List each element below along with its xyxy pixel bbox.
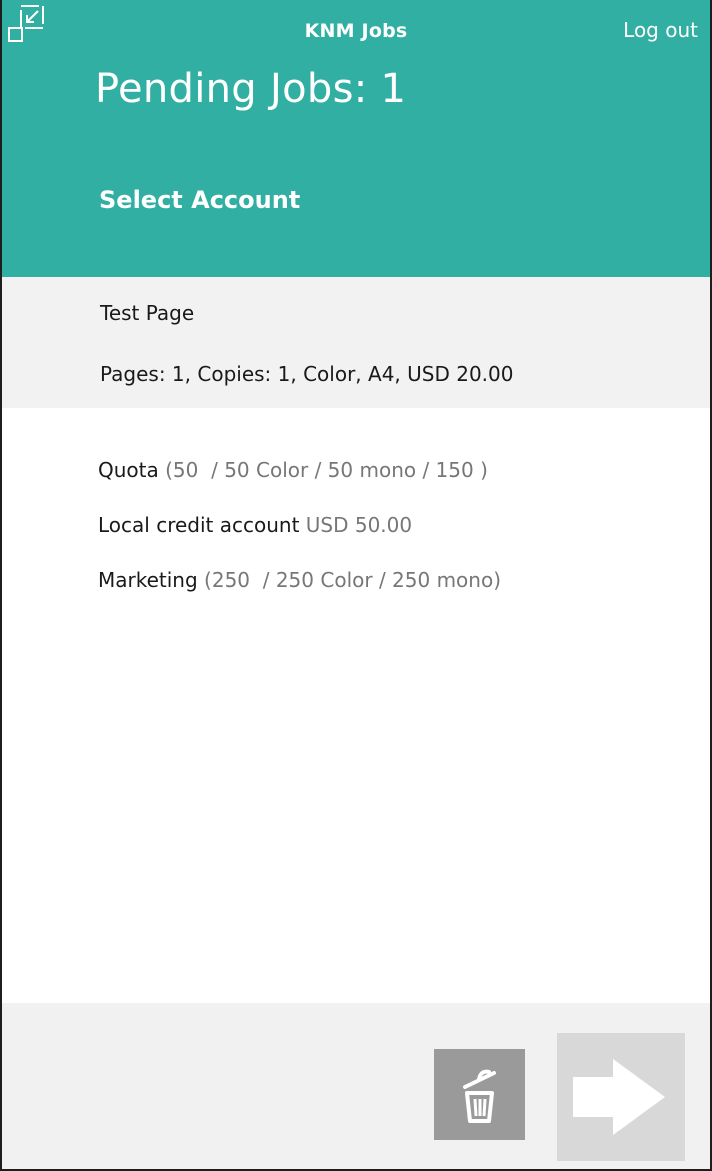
trash-icon	[463, 1069, 496, 1123]
footer-bar	[2, 1003, 710, 1169]
account-name: Quota	[98, 458, 159, 482]
app-title: KNM Jobs	[304, 20, 408, 42]
job-name: Test Page	[100, 301, 195, 325]
job-card[interactable]: Test Page Pages: 1, Copies: 1, Color, A4…	[2, 277, 710, 408]
account-detail: (250 / 250 Color / 250 mono)	[204, 568, 501, 592]
page-title: Pending Jobs: 1	[95, 66, 407, 112]
account-detail: (50 / 50 Color / 50 mono / 150 )	[165, 458, 488, 482]
select-account-heading: Select Account	[99, 186, 301, 214]
delete-button[interactable]	[434, 1049, 525, 1140]
header: KNM Jobs Log out Pending Jobs: 1 Select …	[2, 0, 710, 277]
job-details: Pages: 1, Copies: 1, Color, A4, USD 20.0…	[100, 362, 514, 386]
app-window: KNM Jobs Log out Pending Jobs: 1 Select …	[0, 0, 712, 1171]
next-button[interactable]	[557, 1033, 685, 1161]
account-name: Marketing	[98, 568, 198, 592]
logout-link[interactable]: Log out	[623, 18, 698, 42]
arrow-right-icon	[573, 1059, 665, 1135]
account-item-quota[interactable]: Quota (50 / 50 Color / 50 mono / 150 )	[98, 458, 501, 513]
account-list: Quota (50 / 50 Color / 50 mono / 150 ) L…	[98, 458, 501, 623]
account-item-local-credit[interactable]: Local credit account USD 50.00	[98, 513, 501, 568]
account-name: Local credit account	[98, 513, 300, 537]
account-detail: USD 50.00	[305, 513, 413, 537]
account-item-marketing[interactable]: Marketing (250 / 250 Color / 250 mono)	[98, 568, 501, 623]
